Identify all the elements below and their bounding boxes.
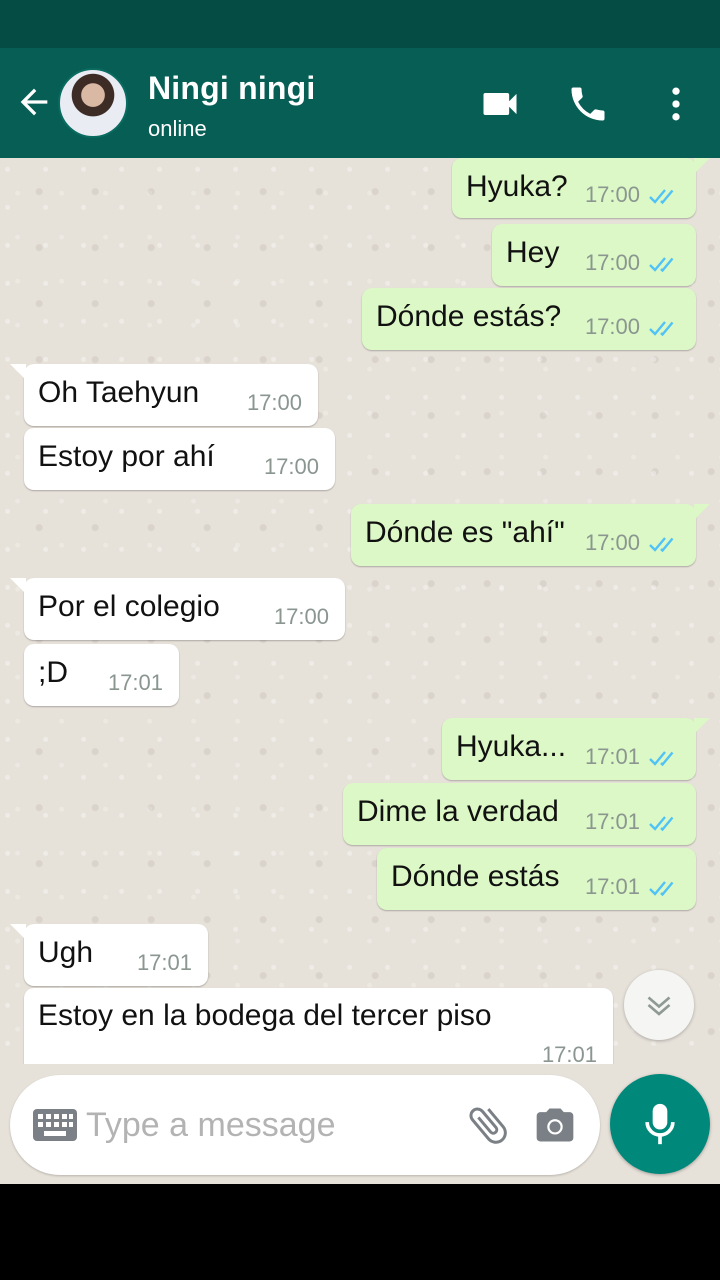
status-bar: [0, 0, 720, 48]
message-text: Dónde es "ahí": [365, 516, 565, 549]
message-composer: [10, 1075, 600, 1175]
read-receipt-icon: [649, 321, 674, 337]
message-bubble-outgoing[interactable]: Dime la verdad 17:01: [343, 783, 696, 845]
read-receipt-icon: [649, 537, 674, 553]
message-text: Hey: [506, 236, 560, 269]
contact-status: online: [148, 116, 207, 141]
message-text: Dónde estás?: [376, 300, 562, 333]
message-time: 17:00: [263, 454, 319, 479]
camera-icon[interactable]: [532, 1103, 578, 1147]
arrow-back-icon[interactable]: [14, 82, 54, 122]
contact-name[interactable]: Ningi ningi: [148, 70, 316, 107]
read-receipt-icon: [649, 816, 674, 832]
message-text: Estoy por ahí: [38, 440, 215, 473]
message-bubble-incoming[interactable]: ;D 17:01: [24, 644, 179, 706]
chat-header: Ningi ningi online: [0, 48, 720, 158]
keyboard-icon[interactable]: [32, 1107, 78, 1143]
message-input[interactable]: [86, 1097, 446, 1153]
message-time: 17:01: [107, 670, 163, 695]
message-time: 17:01: [584, 744, 640, 769]
message-text: Estoy en la bodega del tercer piso: [38, 999, 492, 1032]
message-bubble-incoming[interactable]: Ugh 17:01: [10, 924, 208, 986]
read-receipt-icon: [649, 257, 674, 273]
message-bubble-outgoing[interactable]: Hey 17:00: [492, 224, 696, 286]
attach-icon[interactable]: [464, 1101, 512, 1149]
system-nav-bar: [0, 1184, 720, 1280]
message-list[interactable]: Hyuka? 17:00 Hey 17:00 Dónde estás? 17:0…: [0, 158, 720, 1184]
message-text: Oh Taehyun: [38, 376, 200, 409]
message-bubble-outgoing[interactable]: Hyuka? 17:00: [452, 158, 710, 218]
read-receipt-icon: [649, 189, 674, 205]
message-text: Hyuka...: [456, 730, 567, 763]
message-text: Dime la verdad: [357, 795, 559, 828]
message-text: Ugh: [38, 936, 94, 969]
message-bubble-outgoing[interactable]: Dónde estás? 17:00: [362, 288, 696, 350]
message-time: 17:00: [584, 530, 640, 555]
mic-icon: [645, 1103, 675, 1145]
message-text: Dónde estás: [391, 860, 560, 893]
phone-icon[interactable]: [566, 82, 610, 126]
message-time: 17:01: [584, 874, 640, 899]
message-bubble-outgoing[interactable]: Dónde estás 17:01: [377, 848, 696, 910]
video-call-icon[interactable]: [478, 82, 522, 126]
message-time: 17:01: [584, 809, 640, 834]
message-text: ;D: [38, 656, 68, 689]
message-time: 17:01: [136, 950, 192, 975]
message-bubble-incoming[interactable]: Estoy por ahí 17:00: [24, 428, 335, 490]
scroll-to-bottom-button[interactable]: [624, 970, 694, 1040]
voice-message-button[interactable]: [610, 1074, 710, 1174]
read-receipt-icon: [649, 881, 674, 897]
read-receipt-icon: [649, 751, 674, 767]
message-bubble-outgoing[interactable]: Hyuka... 17:01: [442, 718, 710, 780]
message-bubble-incoming[interactable]: Oh Taehyun 17:00: [10, 364, 318, 426]
message-text: Por el colegio: [38, 590, 220, 623]
avatar[interactable]: [58, 68, 128, 138]
message-time: 17:00: [584, 250, 640, 275]
message-time: 17:00: [584, 314, 640, 339]
message-time: 17:00: [584, 182, 640, 207]
message-time: 17:00: [273, 604, 329, 629]
message-time: 17:00: [246, 390, 302, 415]
message-text: Hyuka?: [466, 170, 568, 203]
message-bubble-incoming[interactable]: Por el colegio 17:00: [10, 578, 345, 640]
more-vert-icon[interactable]: [654, 82, 698, 126]
message-bubble-outgoing[interactable]: Dónde es "ahí" 17:00: [351, 504, 710, 566]
chevron-down-icon: [647, 996, 671, 1016]
